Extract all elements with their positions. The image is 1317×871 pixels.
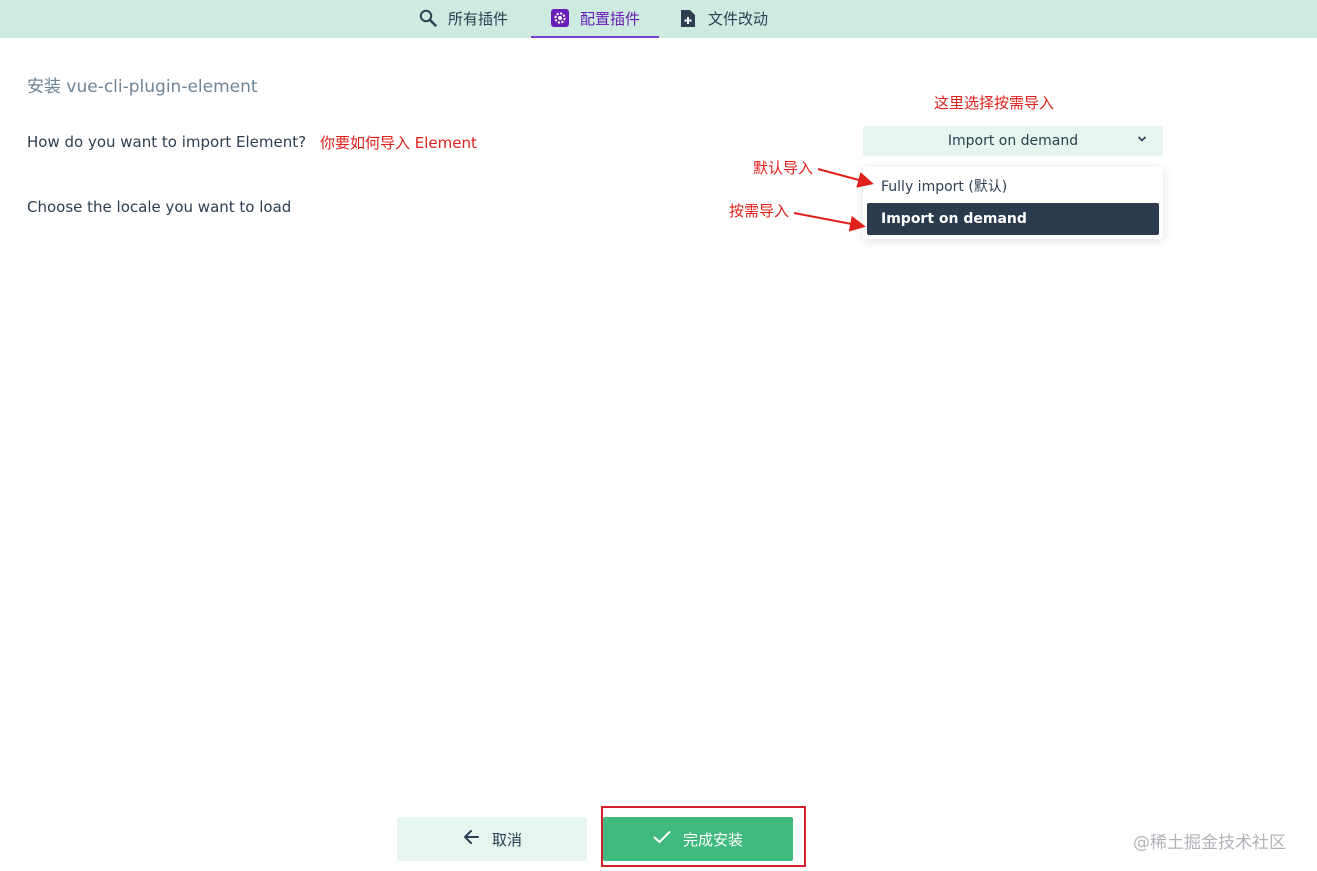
import-mode-dropdown: Fully import (默认) Import on demand	[863, 167, 1163, 239]
tab-file-changes[interactable]: 文件改动	[678, 0, 768, 36]
select-value: Import on demand	[947, 133, 1079, 149]
import-mode-select[interactable]: Import on demand	[863, 126, 1163, 156]
tab-label: 所有插件	[448, 9, 509, 28]
tab-all-plugins[interactable]: 所有插件	[418, 0, 508, 36]
file-add-icon	[678, 8, 698, 28]
cancel-button[interactable]: 取消	[397, 817, 587, 861]
import-question-label: How do you want to import Element?	[27, 133, 307, 151]
cancel-button-label: 取消	[491, 830, 522, 849]
page-title: 安装 vue-cli-plugin-element	[27, 77, 258, 97]
option-fully-import[interactable]: Fully import (默认)	[867, 170, 1159, 202]
watermark: @稀土掘金技术社区	[1133, 833, 1286, 853]
annotation-highlight-box	[601, 806, 806, 867]
annotation-on-demand-import: 按需导入	[729, 202, 790, 220]
annotation-select-hint: 这里选择按需导入	[934, 94, 1055, 112]
tab-configure-plugins[interactable]: 配置插件	[531, 0, 659, 38]
gear-icon	[550, 8, 570, 28]
annotation-default-import: 默认导入	[753, 159, 814, 177]
locale-question-label: Choose the locale you want to load	[27, 198, 292, 216]
top-tab-bar: 所有插件 配置插件 文件改动	[0, 0, 1317, 38]
chevron-down-icon	[1137, 133, 1147, 148]
arrow-on-demand-import	[793, 212, 866, 232]
tab-label: 文件改动	[708, 9, 769, 28]
search-icon	[418, 8, 438, 28]
annotation-import-question: 你要如何导入 Element	[320, 134, 477, 152]
tab-label: 配置插件	[579, 9, 640, 28]
arrow-left-icon	[462, 829, 480, 849]
option-import-on-demand[interactable]: Import on demand	[867, 203, 1159, 235]
